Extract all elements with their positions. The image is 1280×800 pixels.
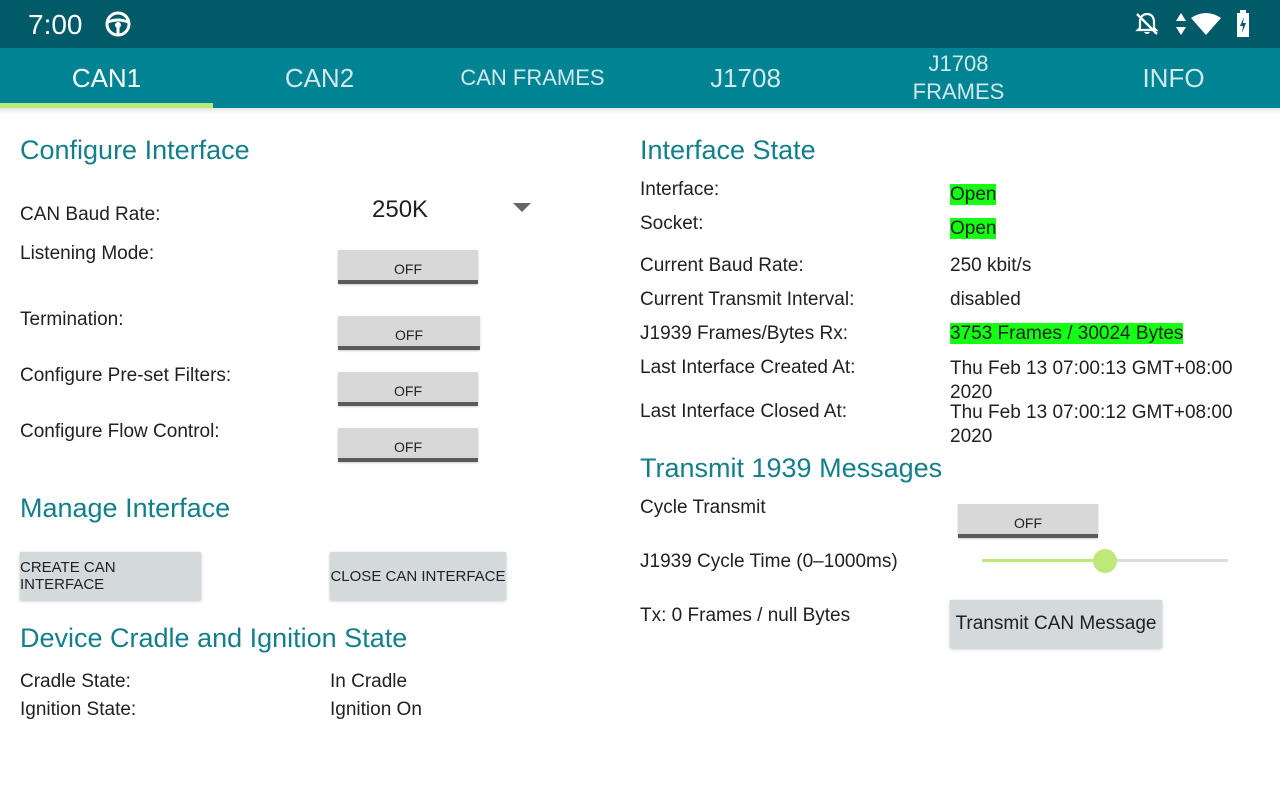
closed-at-value: Thu Feb 13 07:00:12 GMT+08:00 2020 [950,402,1233,447]
cycle-time-slider[interactable] [982,548,1228,574]
tab-label: J1708 FRAMES [912,51,1005,104]
preset-filters-label: Configure Pre-set Filters: [20,365,232,386]
current-baud-value: 250 kbit/s [950,255,1032,276]
transmit-interval-value: disabled [950,289,1021,310]
termination-label: Termination: [20,309,124,330]
ignition-state-label: Ignition State: [20,699,137,720]
steering-wheel-icon [104,10,132,38]
termination-toggle[interactable]: OFF [338,316,480,350]
cradle-state-label: Cradle State: [20,671,131,692]
flow-control-toggle[interactable]: OFF [338,428,478,462]
tab-bar-shadow [0,108,1280,114]
notifications-off-icon [1134,11,1160,42]
current-baud-label: Current Baud Rate: [640,255,804,276]
closed-at-label: Last Interface Closed At: [640,401,848,422]
socket-status-value: Open [950,218,997,239]
frames-rx-label: J1939 Frames/Bytes Rx: [640,323,849,344]
create-can-interface-button[interactable]: CREATE CAN INTERFACE [20,552,201,600]
tab-label: CAN FRAMES [460,65,605,90]
cradle-state-value: In Cradle [330,671,408,692]
slider-thumb[interactable] [1093,549,1117,573]
tab-info[interactable]: INFO [1067,48,1280,108]
tx-count-label: Tx: 0 Frames / null Bytes [640,605,851,626]
tab-can1[interactable]: CAN1 [0,48,213,108]
tab-label: CAN1 [71,62,142,93]
baud-rate-value: 250K [372,196,429,223]
transmit-interval-label: Current Transmit Interval: [640,289,855,310]
tab-can2[interactable]: CAN2 [213,48,426,108]
tab-j1708-frames[interactable]: J1708 FRAMES [852,48,1065,108]
cycle-time-label: J1939 Cycle Time (0–1000ms) [640,551,898,572]
configure-interface-heading: Configure Interface [20,135,250,165]
slider-fill [982,559,1105,562]
cycle-transmit-toggle[interactable]: OFF [958,504,1098,538]
baud-rate-dropdown[interactable]: 250K [330,190,540,230]
wifi-icon [1190,12,1222,41]
preset-filters-toggle[interactable]: OFF [338,372,478,406]
manage-interface-heading: Manage Interface [20,493,231,523]
cradle-ignition-heading: Device Cradle and Ignition State [20,623,408,653]
tab-j1708[interactable]: J1708 [639,48,852,108]
baud-rate-label: CAN Baud Rate: [20,204,161,225]
tab-label: J1708 [710,62,781,93]
transmit-messages-heading: Transmit 1939 Messages [640,453,943,483]
battery-charging-icon [1236,10,1250,43]
interface-status-value: Open [950,184,997,205]
data-transfer-icon [1174,12,1188,41]
tab-label: INFO [1142,62,1205,93]
tab-label: CAN2 [284,62,355,93]
cycle-transmit-label: Cycle Transmit [640,497,766,518]
frames-rx-value: 3753 Frames / 30024 Bytes [950,323,1184,344]
dropdown-arrow-icon [513,203,531,212]
close-can-interface-button[interactable]: CLOSE CAN INTERFACE [330,552,506,600]
interface-label: Interface: [640,179,720,200]
status-time: 7:00 [28,9,83,40]
flow-control-label: Configure Flow Control: [20,421,220,442]
tab-bar: CAN1 CAN2 CAN FRAMES J1708 J1708 FRAMES … [0,48,1280,108]
tab-can-frames[interactable]: CAN FRAMES [426,48,639,108]
listening-mode-label: Listening Mode: [20,243,155,264]
created-at-value: Thu Feb 13 07:00:13 GMT+08:00 2020 [950,358,1233,403]
interface-state-heading: Interface State [640,135,816,165]
status-bar: 7:00 [0,0,1280,48]
created-at-label: Last Interface Created At: [640,357,856,378]
listening-mode-toggle[interactable]: OFF [338,250,478,284]
ignition-state-value: Ignition On [330,699,422,720]
socket-label: Socket: [640,213,704,234]
transmit-can-message-button[interactable]: Transmit CAN Message [950,600,1162,648]
